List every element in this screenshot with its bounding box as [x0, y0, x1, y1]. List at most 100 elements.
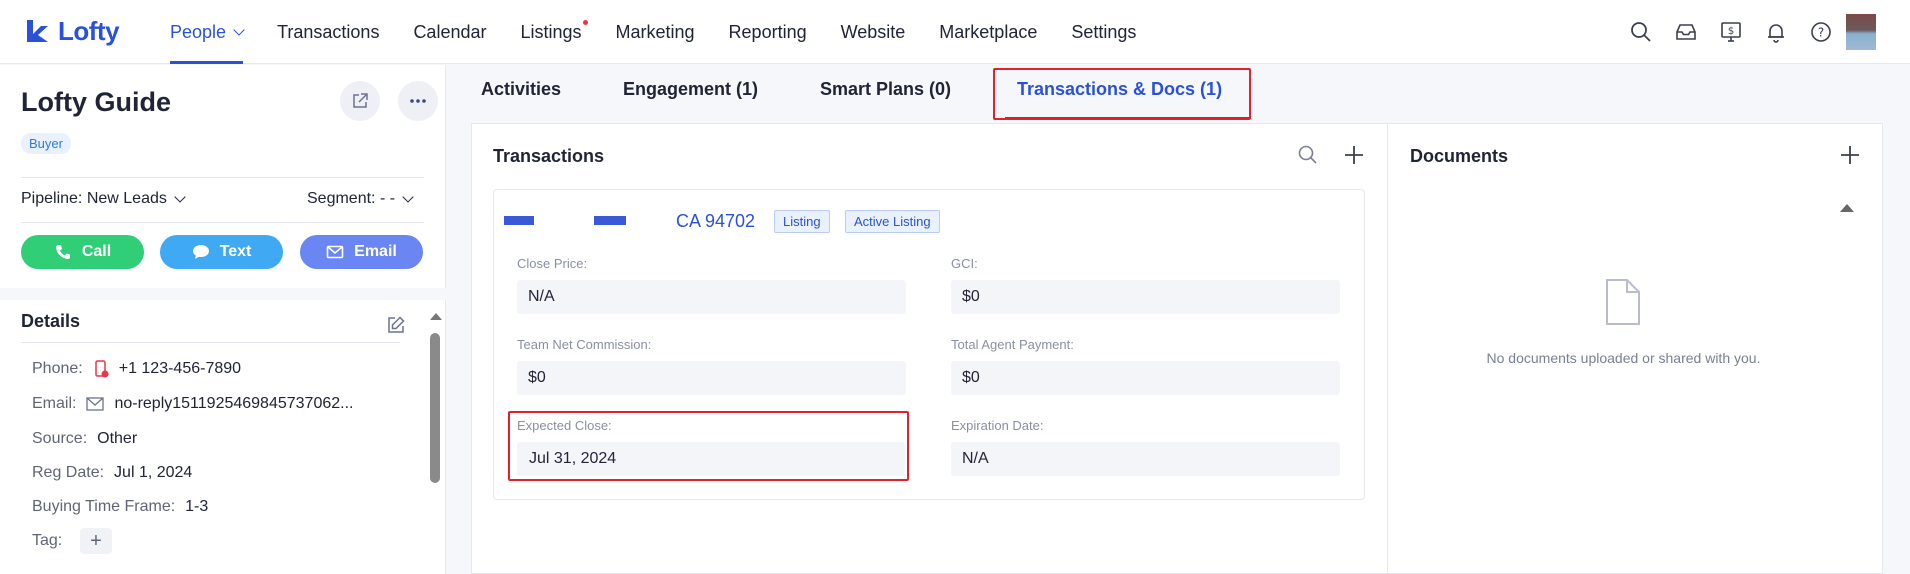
- tab-transactions-docs[interactable]: Transactions & Docs (1): [1017, 79, 1222, 100]
- scrollbar-thumb[interactable]: [430, 333, 440, 483]
- main-nav: People Transactions Calendar Listings Ma…: [170, 0, 1170, 64]
- expected-close-label: Expected Close:: [517, 418, 612, 433]
- notification-dot: [582, 20, 588, 25]
- mobile-phone-icon: [94, 360, 109, 378]
- tab-smart-plans[interactable]: Smart Plans (0): [820, 79, 951, 100]
- divider: [21, 177, 424, 178]
- tag-label: Tag:: [32, 532, 63, 549]
- buying-time-value: 1-3: [185, 498, 209, 515]
- transaction-address[interactable]: CA 94702: [676, 211, 755, 232]
- logo-text: Lofty: [58, 15, 120, 46]
- contact-sidebar: Lofty Guide Buyer Pipeline: New Leads Se…: [0, 65, 446, 574]
- external-link-icon: [353, 93, 368, 108]
- nav-marketing[interactable]: Marketing: [616, 0, 695, 64]
- lofty-logo[interactable]: Lofty: [24, 14, 120, 48]
- tab-activities[interactable]: Activities: [481, 79, 561, 100]
- scroll-up-arrow-icon[interactable]: [430, 313, 442, 320]
- buying-time-label: Buying Time Frame:: [32, 498, 176, 515]
- search-transactions-icon[interactable]: [1297, 144, 1319, 170]
- email-label-text: Email:: [32, 395, 77, 412]
- user-avatar[interactable]: [1846, 14, 1876, 50]
- documents-heading: Documents: [1410, 146, 1509, 166]
- top-navigation: Lofty People Transactions Calendar Listi…: [0, 0, 1910, 64]
- nav-settings-label: Settings: [1071, 21, 1137, 42]
- nav-reporting[interactable]: Reporting: [729, 0, 807, 64]
- search-icon[interactable]: [1625, 16, 1656, 47]
- nav-settings[interactable]: Settings: [1071, 0, 1136, 64]
- expected-close-field: Jul 31, 2024: [517, 442, 905, 476]
- tab-engagement[interactable]: Engagement (1): [623, 79, 758, 100]
- chat-bubble-icon: [192, 245, 209, 259]
- details-heading: Details: [21, 311, 81, 331]
- nav-calendar-label: Calendar: [413, 21, 487, 42]
- detail-source: Source: Other: [32, 430, 137, 448]
- plus-icon: +: [90, 529, 102, 552]
- email-button[interactable]: Email: [300, 235, 423, 269]
- phone-icon: [55, 245, 70, 259]
- detail-email: Email: no-reply1511925469845737062...: [32, 395, 353, 413]
- detail-tag: Tag:: [32, 532, 72, 550]
- inbox-icon[interactable]: [1670, 16, 1701, 47]
- chevron-down-icon: [233, 23, 245, 36]
- nav-marketplace[interactable]: Marketplace: [939, 0, 1037, 64]
- detail-reg-date: Reg Date: Jul 1, 2024: [32, 464, 192, 482]
- empty-document-icon: [1606, 279, 1640, 325]
- redacted-block: [504, 216, 534, 225]
- plus-icon: [1345, 146, 1363, 164]
- listing-chip: Listing: [774, 210, 830, 233]
- add-document-button[interactable]: [1838, 143, 1862, 171]
- dollar-screen-icon[interactable]: $: [1715, 16, 1746, 47]
- nav-marketing-label: Marketing: [615, 21, 695, 42]
- open-external-button[interactable]: [340, 81, 380, 121]
- reg-date-label: Reg Date:: [32, 464, 105, 481]
- svg-text:?: ?: [1817, 25, 1823, 39]
- edit-details-button[interactable]: [376, 305, 416, 345]
- source-label: Source:: [32, 430, 88, 447]
- text-label: Text: [219, 243, 252, 260]
- plus-icon: [1841, 146, 1859, 164]
- more-options-button[interactable]: [398, 81, 438, 121]
- contact-name: Lofty Guide: [21, 87, 171, 117]
- nav-marketplace-label: Marketplace: [939, 21, 1038, 42]
- pipeline-label: Pipeline:: [21, 190, 83, 207]
- section-gap: [0, 288, 446, 300]
- phone-value[interactable]: +1 123-456-7890: [119, 360, 241, 378]
- bell-icon[interactable]: [1760, 16, 1791, 47]
- nav-listings[interactable]: Listings: [520, 0, 588, 64]
- email-value[interactable]: no-reply1511925469845737062...: [114, 395, 353, 413]
- mail-icon: [326, 245, 344, 259]
- nav-transactions[interactable]: Transactions: [277, 0, 379, 64]
- divider: [21, 342, 400, 343]
- nav-icon-bar: $ ?: [1625, 16, 1836, 47]
- nav-website[interactable]: Website: [841, 0, 906, 64]
- details-scrollbar[interactable]: [427, 303, 443, 574]
- segment-dropdown[interactable]: Segment: - -: [307, 190, 414, 208]
- nav-listings-label: Listings: [520, 21, 582, 42]
- detail-phone: Phone: +1 123-456-7890: [32, 360, 241, 378]
- call-button[interactable]: Call: [21, 235, 144, 269]
- chevron-down-icon: [402, 190, 414, 203]
- more-horizontal-icon: [410, 99, 426, 103]
- team-net-label: Team Net Commission:: [517, 337, 652, 352]
- status-chip: Active Listing: [845, 210, 940, 233]
- gci-label: GCI:: [951, 256, 978, 271]
- source-value: Other: [97, 430, 138, 447]
- help-icon[interactable]: ?: [1805, 16, 1836, 47]
- nav-reporting-label: Reporting: [728, 21, 807, 42]
- close-price-label: Close Price:: [517, 256, 588, 271]
- chevron-down-icon: [174, 190, 186, 203]
- nav-people[interactable]: People: [170, 0, 245, 64]
- nav-website-label: Website: [840, 21, 906, 42]
- active-tab-indicator: [1005, 117, 1249, 119]
- team-net-field: $0: [517, 361, 906, 395]
- add-tag-button[interactable]: +: [80, 528, 112, 554]
- nav-calendar[interactable]: Calendar: [413, 0, 486, 64]
- tab-bar: Activities Engagement (1) Smart Plans (0…: [447, 65, 1910, 123]
- text-button[interactable]: Text: [160, 235, 283, 269]
- expiration-field: N/A: [951, 442, 1340, 476]
- add-transaction-button[interactable]: [1342, 143, 1366, 171]
- call-label: Call: [81, 243, 112, 260]
- pipeline-dropdown[interactable]: Pipeline: New Leads: [21, 190, 186, 208]
- scroll-up-arrow-icon[interactable]: [1840, 204, 1854, 212]
- nav-people-label: People: [170, 21, 227, 42]
